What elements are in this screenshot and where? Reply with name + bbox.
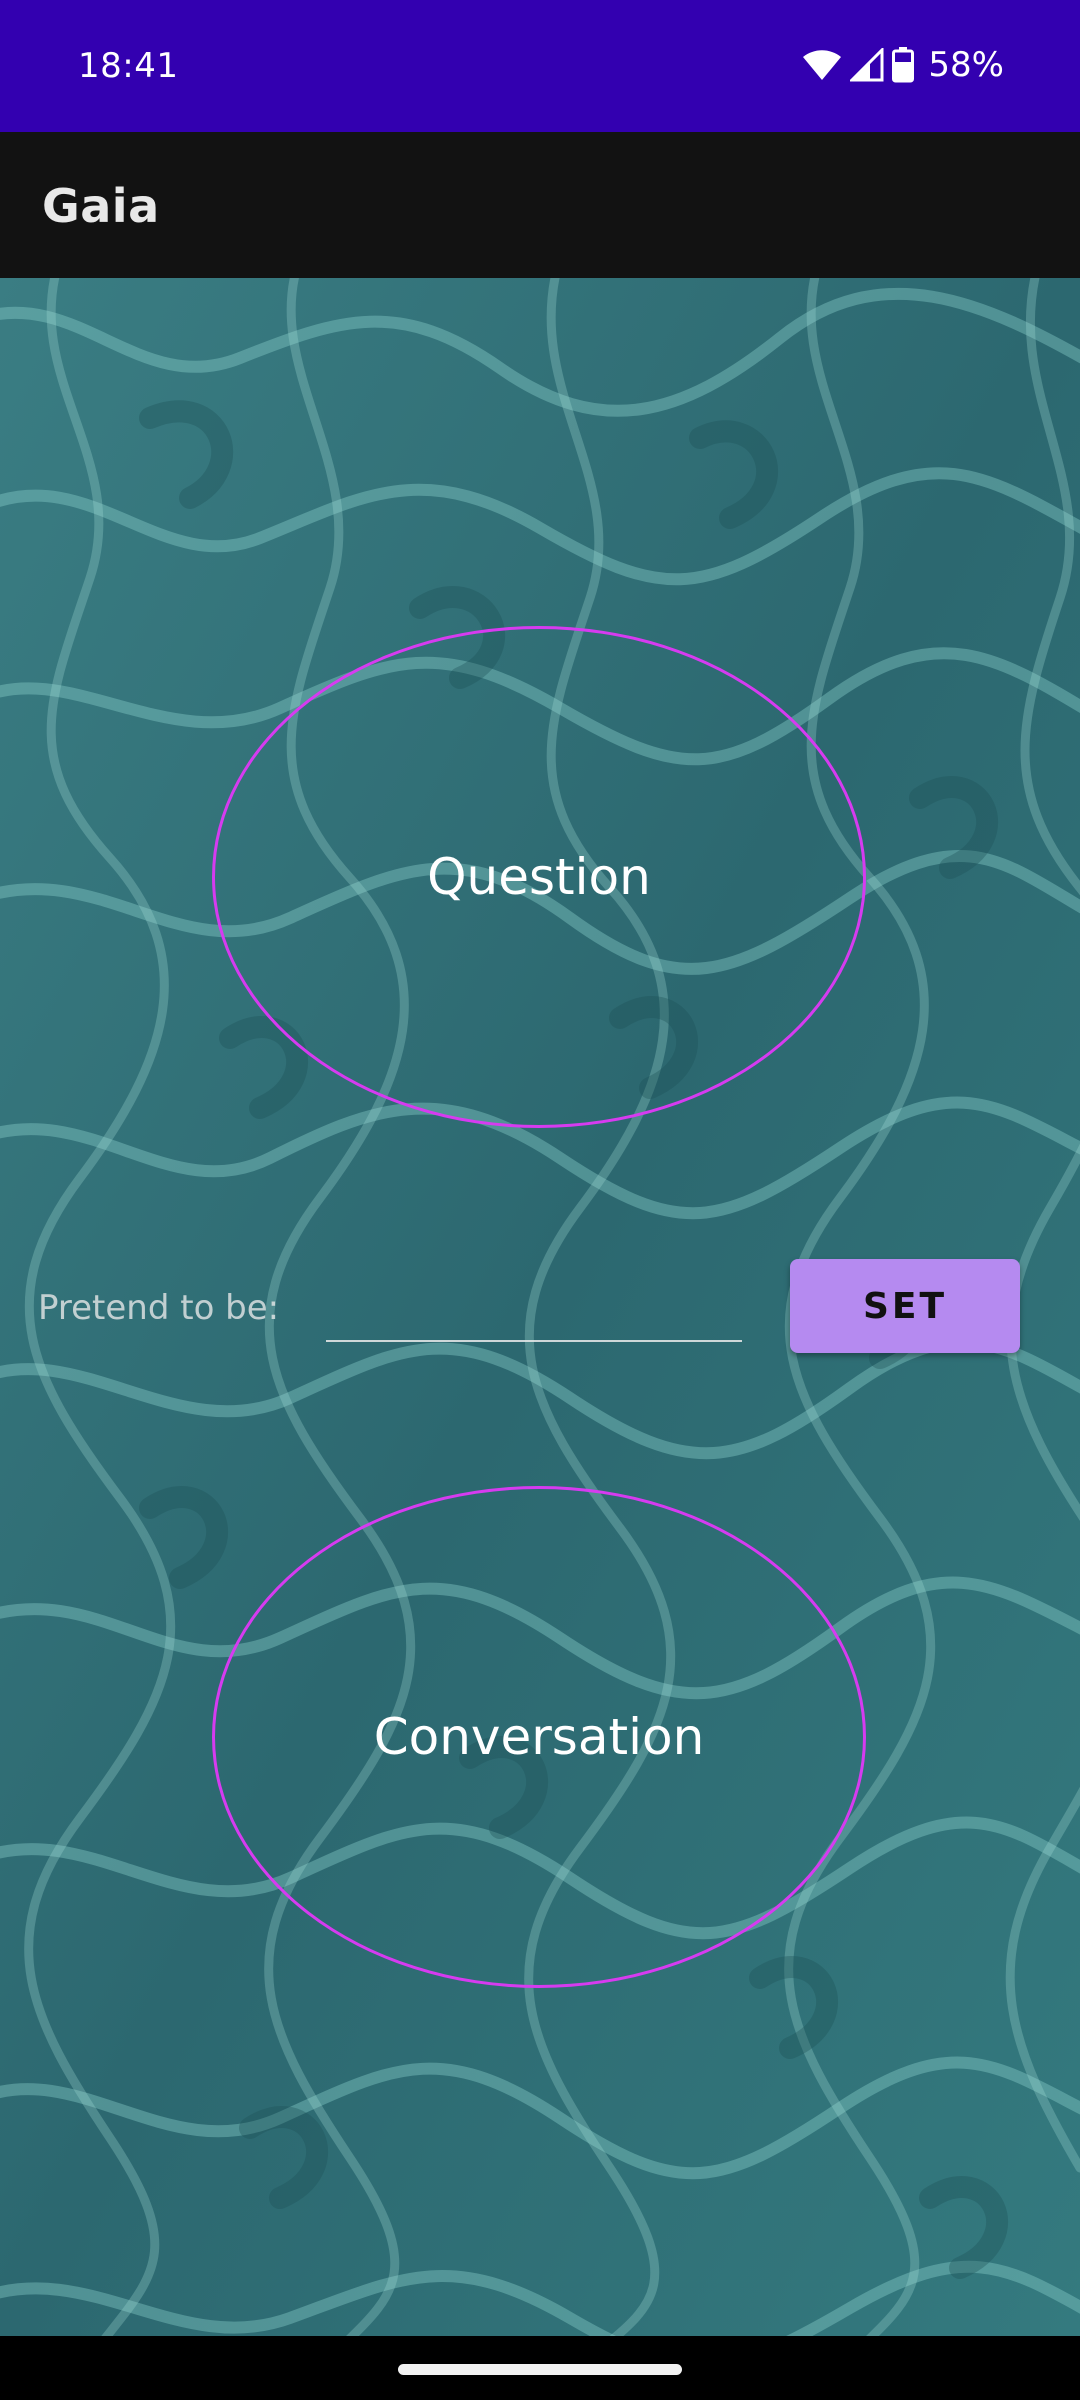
battery-percent: 58% (928, 45, 1004, 85)
app-bar: Gaia (0, 132, 1080, 278)
status-icons: 58% (802, 40, 1004, 90)
home-gesture-handle[interactable] (398, 2364, 682, 2375)
pretend-to-be-input[interactable] (326, 1268, 742, 1342)
status-bar: 18:41 58% (0, 0, 1080, 132)
pretend-to-be-label: Pretend to be: (38, 1288, 280, 1328)
cellular-signal-icon (850, 48, 884, 82)
screen: 18:41 58% Gaia Question Pretend to be: S… (0, 0, 1080, 2400)
conversation-button-label: Conversation (373, 1708, 705, 1766)
conversation-button[interactable]: Conversation (212, 1486, 866, 1988)
main-content: Question Pretend to be: SET Conversation (0, 278, 1080, 2336)
app-title: Gaia (42, 179, 160, 233)
battery-icon (892, 47, 915, 83)
set-button[interactable]: SET (790, 1259, 1020, 1353)
wifi-icon (802, 48, 842, 82)
status-time: 18:41 (78, 46, 179, 86)
set-button-label: SET (862, 1285, 948, 1327)
question-button[interactable]: Question (212, 626, 866, 1128)
navigation-bar (0, 2336, 1080, 2400)
question-button-label: Question (427, 848, 651, 906)
